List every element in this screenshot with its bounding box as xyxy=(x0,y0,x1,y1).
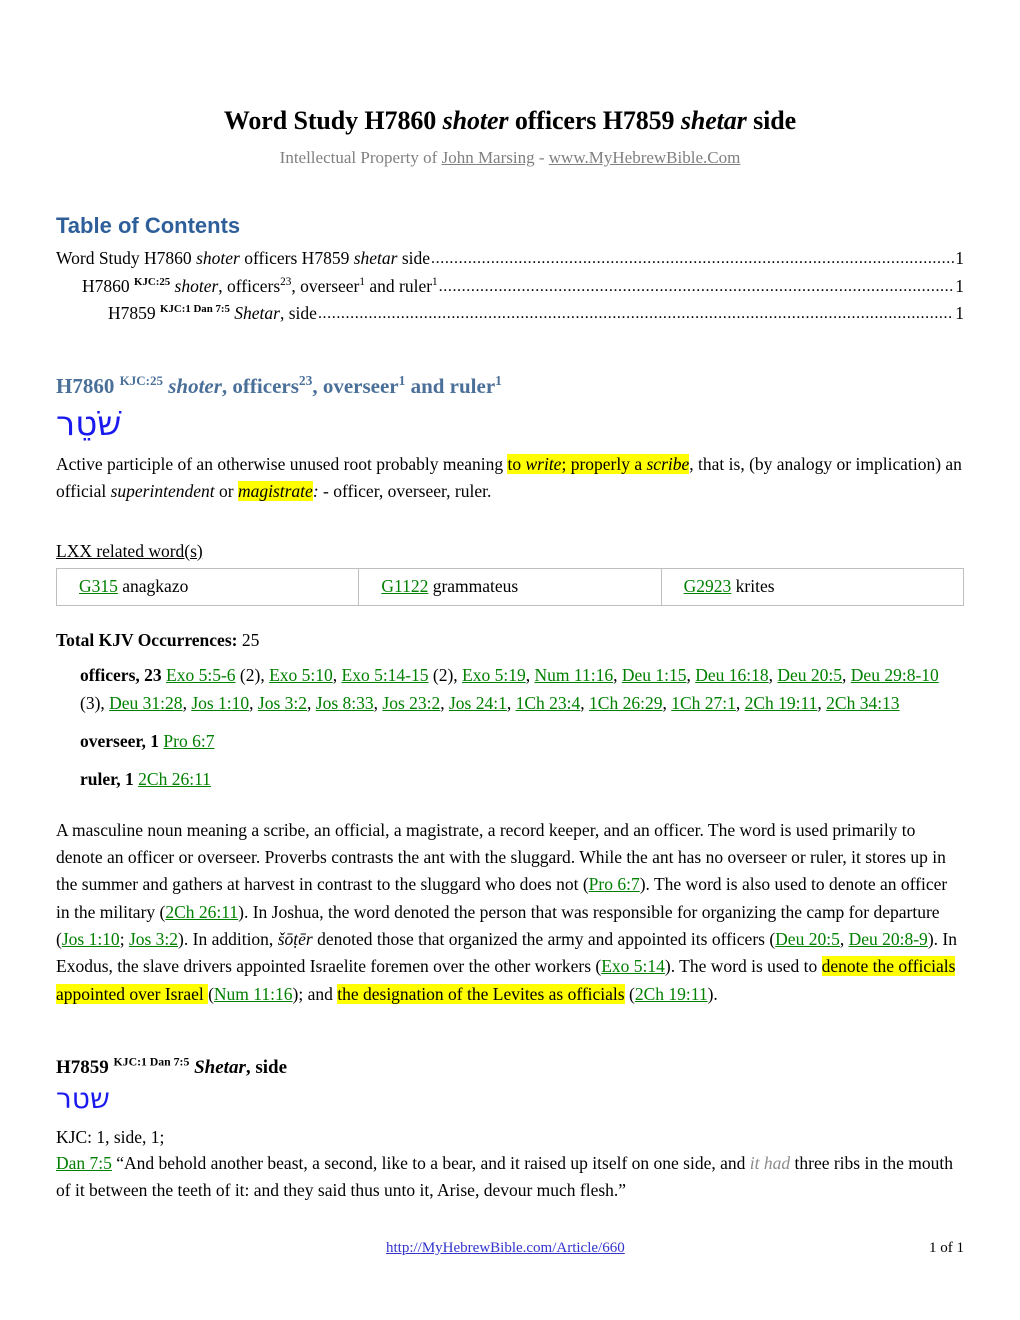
lxx-ref-link-g2923[interactable]: G2923 xyxy=(684,576,732,596)
highlight-magistrate: magistrate xyxy=(237,481,313,502)
occurrence-group-overseer: overseer, 1 Pro 6:7 xyxy=(80,728,964,755)
lxx-word-3: krites xyxy=(735,576,775,597)
highlight-to-write-scribe: to write; properly a scribe xyxy=(507,454,690,475)
scripture-ref-link[interactable]: Jos 1:10 xyxy=(62,929,120,949)
lxx-ref-link-g1122[interactable]: G1122 xyxy=(381,576,428,596)
scripture-ref-link[interactable]: Jos 8:33 xyxy=(316,693,374,713)
scripture-ref-link[interactable]: Deu 20:8-9 xyxy=(849,929,928,949)
toc-entry-3-page: 1 xyxy=(955,303,964,324)
scripture-ref-link[interactable]: Deu 20:5 xyxy=(777,665,842,685)
scripture-ref-link[interactable]: Jos 3:2 xyxy=(258,693,307,713)
total-occurrences: Total KJV Occurrences: 25 xyxy=(56,628,964,653)
toc-leader: ........................................… xyxy=(431,250,954,268)
page-title-part-1: Word Study H7860 xyxy=(223,106,443,135)
scripture-ref-link[interactable]: 1Ch 23:4 xyxy=(516,693,581,713)
occurrence-group-label: overseer, 1 xyxy=(80,730,160,751)
scripture-ref-link[interactable]: 2Ch 26:11 xyxy=(165,902,238,922)
kjv-added-words: it had xyxy=(749,1152,791,1173)
lxx-label: LXX related word(s) xyxy=(56,540,203,561)
toc-entry-2-page: 1 xyxy=(955,275,964,296)
scripture-ref-link[interactable]: Exo 5:14-15 xyxy=(342,665,429,685)
transliteration: šōṭēr xyxy=(277,929,313,950)
scripture-ref-link[interactable]: Jos 3:2 xyxy=(129,929,178,949)
scripture-ref-link[interactable]: Num 11:16 xyxy=(534,665,613,685)
page-title-part-2: shoter xyxy=(442,106,509,135)
total-occurrences-label: Total KJV Occurrences: xyxy=(56,629,238,650)
page-title-part-3: officers H7859 xyxy=(508,106,681,135)
toc-entry-1[interactable]: Word Study H7860 shoter officers H7859 s… xyxy=(56,245,964,272)
scripture-ref-link[interactable]: Exo 5:10 xyxy=(269,665,333,685)
page-footer: http://MyHebrewBible.com/Article/660 1 o… xyxy=(56,1240,964,1257)
footer-page-number: 1 of 1 xyxy=(929,1240,964,1256)
author-link[interactable]: John Marsing xyxy=(442,148,535,167)
toc-leader: ........................................… xyxy=(438,277,955,295)
website-link[interactable]: www.MyHebrewBible.Com xyxy=(549,148,741,167)
scripture-ref-link[interactable]: Deu 29:8-10 xyxy=(851,665,939,685)
lxx-word-2: grammateus xyxy=(432,576,519,597)
document-page: Word Study H7860 shoter officers H7859 s… xyxy=(0,0,1020,1320)
section-heading-h7860: H7860 KJC:25 shoter, officers23, oversee… xyxy=(56,373,502,399)
scripture-ref-link[interactable]: Exo 5:19 xyxy=(462,665,526,685)
toc-entry-2-text: H7860 KJC:25 shoter, officers23, oversee… xyxy=(82,275,438,296)
scripture-ref-link[interactable]: Jos 24:1 xyxy=(449,693,507,713)
commentary-paragraph: A masculine noun meaning a scribe, an of… xyxy=(56,819,957,1004)
toc-entry-3[interactable]: H7859 KJC:1 Dan 7:5 Shetar, side .......… xyxy=(56,300,964,327)
toc-leader: ........................................… xyxy=(317,305,955,323)
scripture-ref-link[interactable]: Pro 6:7 xyxy=(589,874,640,894)
kjc-count-line: KJC: 1, side, 1; xyxy=(56,1126,165,1147)
scripture-ref-link[interactable]: Deu 16:18 xyxy=(695,665,768,685)
lxx-cell-2: G1122 grammateus xyxy=(358,568,662,606)
definition-h7860: Active participle of an otherwise unused… xyxy=(56,454,962,502)
page-subtitle: Intellectual Property of John Marsing - … xyxy=(56,148,964,168)
scripture-ref-link[interactable]: 2Ch 34:13 xyxy=(826,693,899,713)
page-title-part-5: side xyxy=(746,106,797,135)
occurrence-group-officers: officers, 23 Exo 5:5-6 (2), Exo 5:10, Ex… xyxy=(80,662,964,716)
hebrew-word-h7859: שטר xyxy=(56,1081,110,1115)
toc-entry-2[interactable]: H7860 KJC:25 shoter, officers23, oversee… xyxy=(56,273,964,300)
scripture-ref-link[interactable]: 2Ch 26:11 xyxy=(138,769,211,789)
lxx-cell-1: G315 anagkazo xyxy=(55,568,360,606)
occurrence-group-label: ruler, 1 xyxy=(80,768,134,789)
subtitle-separator: - xyxy=(534,147,549,167)
page-title: Word Study H7860 shoter officers H7859 s… xyxy=(56,0,964,137)
scripture-ref-link[interactable]: Exo 5:5-6 xyxy=(166,665,236,685)
table-of-contents-heading: Table of Contents xyxy=(56,213,241,239)
footer-url-link[interactable]: http://MyHebrewBible.com/Article/660 xyxy=(386,1240,625,1257)
scripture-ref-link[interactable]: 1Ch 27:1 xyxy=(671,693,736,713)
lxx-cell-3: G2923 krites xyxy=(660,568,965,606)
toc-entry-1-page: 1 xyxy=(955,248,964,269)
toc-entry-1-text: Word Study H7860 shoter officers H7859 s… xyxy=(56,248,431,269)
highlight-levites-officials: the designation of the Levites as offici… xyxy=(337,983,625,1004)
scripture-ref-link[interactable]: Pro 6:7 xyxy=(163,731,214,751)
scripture-ref-link[interactable]: Deu 1:15 xyxy=(622,665,687,685)
table-of-contents-list: Word Study H7860 shoter officers H7859 s… xyxy=(56,245,964,327)
page-title-part-4: shetar xyxy=(680,106,747,135)
lxx-word-1: anagkazo xyxy=(122,576,189,597)
scripture-ref-link[interactable]: Jos 23:2 xyxy=(382,693,440,713)
toc-entry-3-text: H7859 KJC:1 Dan 7:5 Shetar, side xyxy=(108,303,317,324)
scripture-ref-link[interactable]: Jos 1:10 xyxy=(191,693,249,713)
lxx-ref-link-g315[interactable]: G315 xyxy=(79,576,118,596)
hebrew-word-h7860: שֹׁטֵר xyxy=(56,403,122,444)
verse-quote-dan-7-5: Dan 7:5 “And behold another beast, a sec… xyxy=(56,1152,953,1200)
scripture-ref-link[interactable]: Num 11:16 xyxy=(214,984,293,1004)
occurrence-refs: Exo 5:5-6 (2), Exo 5:10, Exo 5:14-15 (2)… xyxy=(80,665,939,713)
scripture-ref-link[interactable]: Deu 20:5 xyxy=(775,929,840,949)
scripture-ref-link[interactable]: 2Ch 19:11 xyxy=(635,984,708,1004)
lxx-related-words-table: G315 anagkazo G1122 grammateus G2923 kri… xyxy=(55,568,965,606)
scripture-ref-link[interactable]: 2Ch 19:11 xyxy=(745,693,818,713)
occurrence-group-label: officers, 23 xyxy=(80,665,162,686)
scripture-ref-link[interactable]: 1Ch 26:29 xyxy=(589,693,662,713)
scripture-ref-link[interactable]: Dan 7:5 xyxy=(56,1153,112,1173)
subtitle-prefix: Intellectual Property of xyxy=(279,147,442,167)
section-heading-h7859: H7859 KJC:1 Dan 7:5 Shetar, side xyxy=(56,1055,288,1078)
scripture-ref-link[interactable]: Deu 31:28 xyxy=(109,693,182,713)
scripture-ref-link[interactable]: Exo 5:14 xyxy=(601,956,665,976)
occurrence-group-ruler: ruler, 1 2Ch 26:11 xyxy=(80,766,964,793)
table-row: G315 anagkazo G1122 grammateus G2923 kri… xyxy=(55,568,965,606)
total-occurrences-value: 25 xyxy=(241,629,260,650)
